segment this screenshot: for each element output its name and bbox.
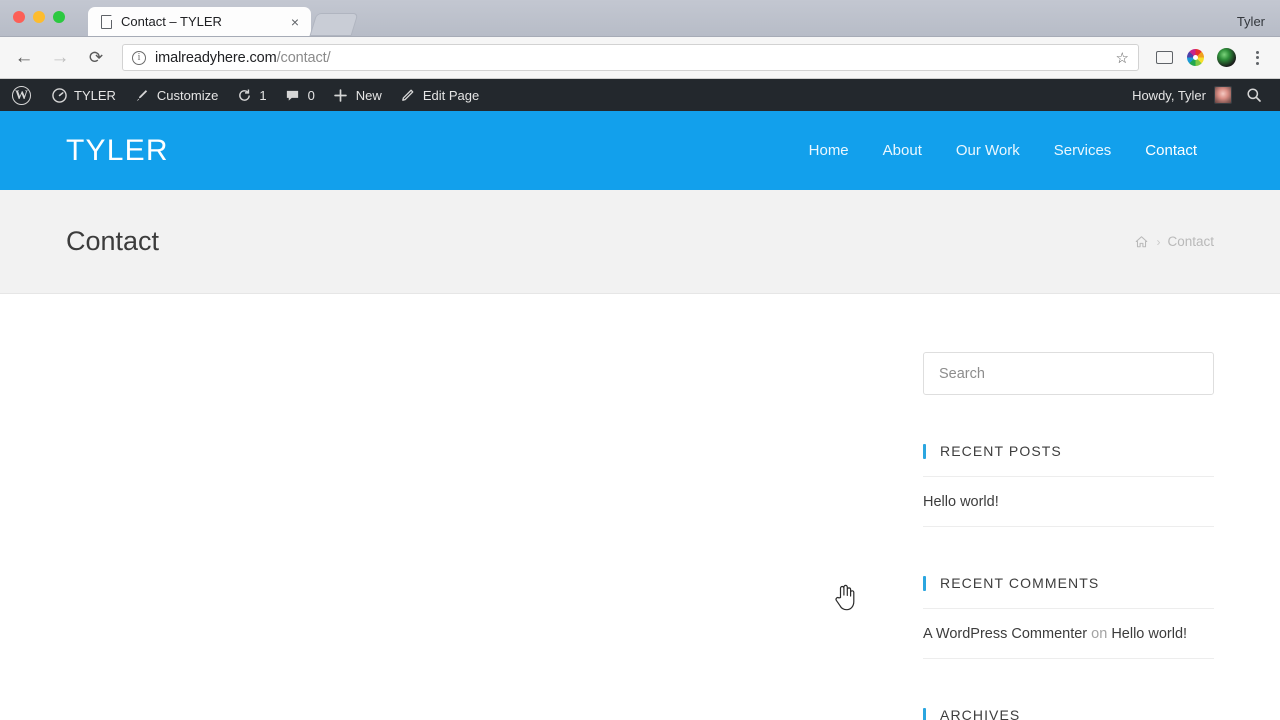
new-tab-button[interactable] xyxy=(309,13,359,36)
comment-author: A WordPress Commenter xyxy=(923,626,1088,642)
widget-title-label: Recent Comments xyxy=(940,575,1100,591)
widget-title-label: Recent Posts xyxy=(940,443,1062,459)
browser-profile-name[interactable]: Tyler xyxy=(1237,14,1265,29)
admin-bar-site-label: TYLER xyxy=(74,87,116,103)
brush-icon xyxy=(134,87,150,103)
minimize-window-button[interactable] xyxy=(33,11,45,23)
comment-bubble-icon xyxy=(285,87,301,103)
url-domain: imalreadyhere.com xyxy=(155,49,277,66)
cast-icon[interactable] xyxy=(1151,45,1177,71)
forward-icon[interactable]: → xyxy=(46,44,74,72)
admin-bar-edit-page-label: Edit Page xyxy=(422,87,480,103)
browser-titlebar: Contact – TYLER × Tyler xyxy=(0,0,1280,37)
browser-tab[interactable]: Contact – TYLER × xyxy=(88,7,311,36)
page-title: Contact xyxy=(66,226,160,256)
nav-item-home[interactable]: Home xyxy=(792,142,866,159)
admin-bar-new[interactable]: New xyxy=(324,79,391,111)
reload-icon[interactable]: ⟳ xyxy=(82,44,110,72)
breadcrumb-separator: › xyxy=(1156,234,1161,249)
main-content-area xyxy=(66,294,923,720)
plus-icon xyxy=(333,87,349,103)
content-wrapper: Search Recent Posts Hello world! xyxy=(0,294,1280,720)
url-bar[interactable]: i imalreadyhere.com/contact/ ☆ xyxy=(122,44,1139,71)
info-icon[interactable]: i xyxy=(132,50,146,65)
admin-bar-new-label: New xyxy=(355,87,382,103)
comment-post-link: Hello world! xyxy=(1111,626,1188,642)
browser-toolbar: ← → ⟳ i imalreadyhere.com/contact/ ☆ xyxy=(0,37,1280,79)
page-viewport: W TYLER Customize 1 0 New Edit Page Howd… xyxy=(0,79,1280,720)
avatar xyxy=(1214,86,1232,104)
accent-bar-icon xyxy=(923,575,926,591)
wordpress-icon: W xyxy=(12,85,31,105)
file-icon xyxy=(101,14,112,29)
close-window-button[interactable] xyxy=(13,11,25,23)
pinwheel-extension-icon[interactable] xyxy=(1182,45,1208,71)
admin-bar-customize[interactable]: Customize xyxy=(125,79,227,111)
accent-bar-icon xyxy=(923,443,926,459)
list-item[interactable]: A WordPress Commenter on Hello world! xyxy=(923,609,1214,659)
search-input[interactable]: Search xyxy=(923,352,1214,395)
admin-bar-howdy[interactable]: Howdy, Tyler xyxy=(1122,86,1240,104)
sidebar: Search Recent Posts Hello world! xyxy=(923,294,1214,720)
close-tab-button[interactable]: × xyxy=(287,14,303,30)
maximize-window-button[interactable] xyxy=(53,11,65,23)
comment-on-label: on xyxy=(1091,626,1108,642)
tab-strip: Contact – TYLER × xyxy=(88,0,359,36)
kebab-menu-icon[interactable] xyxy=(1244,45,1270,71)
star-icon[interactable]: ☆ xyxy=(1116,49,1129,67)
widget-recent-posts: Recent Posts Hello world! xyxy=(923,443,1214,527)
dashboard-icon xyxy=(51,87,67,103)
page-title-band: Contact › Contact xyxy=(0,190,1280,294)
admin-bar-edit-page[interactable]: Edit Page xyxy=(391,79,488,111)
home-icon[interactable] xyxy=(1134,235,1149,249)
profile-avatar-icon[interactable] xyxy=(1213,45,1239,71)
back-icon[interactable]: ← xyxy=(10,44,38,72)
widget-title-label: Archives xyxy=(940,707,1021,720)
accent-bar-icon xyxy=(923,707,926,720)
pencil-icon xyxy=(400,87,416,103)
widget-title-recent-comments: Recent Comments xyxy=(923,575,1214,608)
search-icon xyxy=(1246,87,1262,103)
recent-comments-list: A WordPress Commenter on Hello world! xyxy=(923,608,1214,659)
widget-archives: Archives xyxy=(923,707,1214,720)
admin-bar-comments[interactable]: 0 xyxy=(276,79,324,111)
admin-bar-right-group: Howdy, Tyler xyxy=(1122,86,1274,104)
widget-recent-comments: Recent Comments A WordPress Commenter on… xyxy=(923,575,1214,659)
admin-bar-updates-count: 1 xyxy=(259,87,267,103)
updates-icon xyxy=(236,87,252,103)
widget-title-archives: Archives xyxy=(923,707,1214,720)
url-text: imalreadyhere.com/contact/ xyxy=(155,50,331,66)
admin-bar-search-button[interactable] xyxy=(1240,87,1274,103)
wordpress-admin-bar: W TYLER Customize 1 0 New Edit Page Howd… xyxy=(0,79,1280,111)
recent-posts-list: Hello world! xyxy=(923,476,1214,527)
admin-bar-site-name[interactable]: TYLER xyxy=(42,79,125,111)
nav-item-services[interactable]: Services xyxy=(1037,142,1129,159)
window-controls xyxy=(13,11,65,23)
search-placeholder: Search xyxy=(939,365,985,382)
wordpress-logo-menu[interactable]: W xyxy=(0,79,42,111)
recent-post-link: Hello world! xyxy=(923,494,999,510)
nav-item-our-work[interactable]: Our Work xyxy=(939,142,1037,159)
site-logo[interactable]: TYLER xyxy=(66,134,169,168)
site-header: TYLER Home About Our Work Services Conta… xyxy=(0,111,1280,190)
site-navigation: Home About Our Work Services Contact xyxy=(792,142,1214,159)
list-item[interactable]: Hello world! xyxy=(923,477,1214,527)
admin-bar-comments-count: 0 xyxy=(307,87,315,103)
breadcrumb-current: Contact xyxy=(1167,234,1214,249)
url-path: /contact/ xyxy=(276,49,331,66)
admin-bar-customize-label: Customize xyxy=(156,87,219,103)
nav-item-contact[interactable]: Contact xyxy=(1128,142,1214,159)
nav-item-about[interactable]: About xyxy=(866,142,939,159)
howdy-label: Howdy, Tyler xyxy=(1132,87,1206,103)
widget-title-recent-posts: Recent Posts xyxy=(923,443,1214,476)
browser-window: Contact – TYLER × Tyler ← → ⟳ i imalread… xyxy=(0,0,1280,720)
tab-title: Contact – TYLER xyxy=(121,14,222,29)
mouse-cursor xyxy=(833,583,857,613)
breadcrumb: › Contact xyxy=(1134,234,1214,249)
admin-bar-updates[interactable]: 1 xyxy=(227,79,275,111)
